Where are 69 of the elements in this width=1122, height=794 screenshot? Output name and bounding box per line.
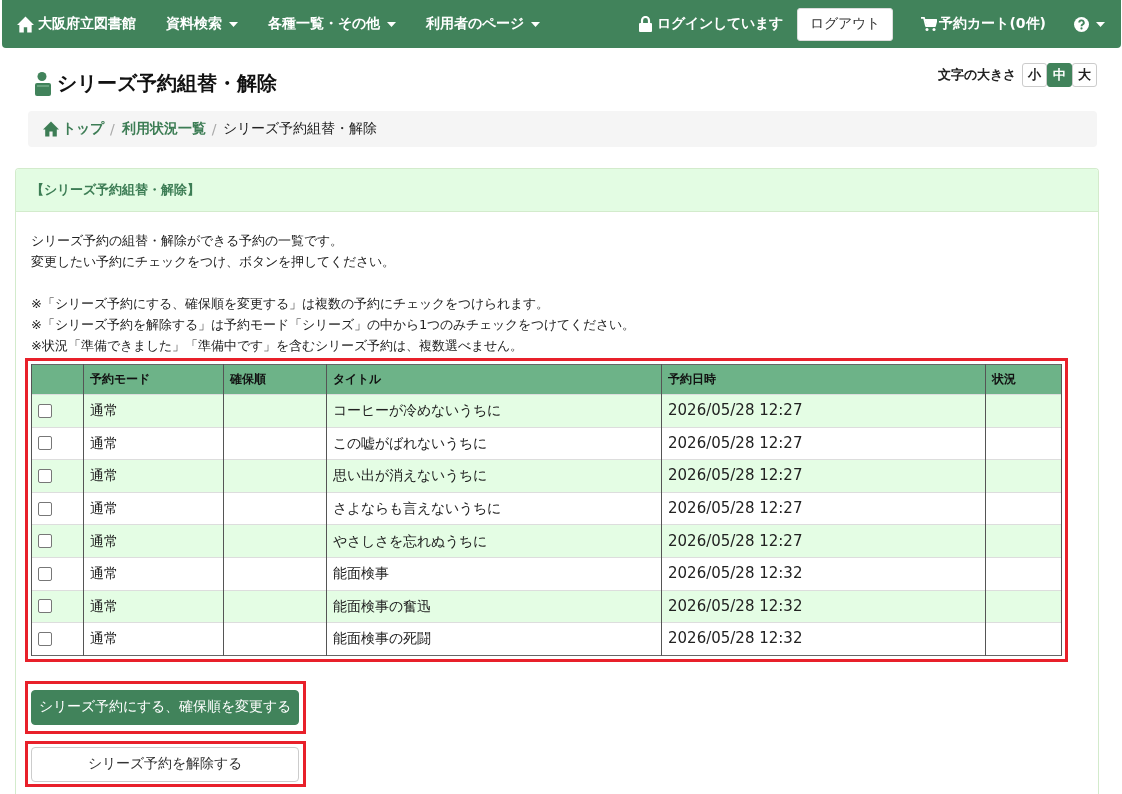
- table-cell: 能面検事の死闘: [326, 622, 662, 656]
- table-cell: さよならも言えないうちに: [326, 492, 662, 525]
- cart-icon: [921, 17, 938, 31]
- nav-menu[interactable]: 各種一覧・その他: [268, 15, 396, 33]
- table-cell: 思い出が消えないうちに: [326, 459, 662, 493]
- page-title: シリーズ予約組替・解除: [57, 70, 277, 97]
- column-header: 確保順: [223, 364, 327, 395]
- table-cell: 通常: [83, 492, 224, 525]
- table-cell: 通常: [83, 427, 224, 460]
- panel-heading: 【シリーズ予約組替・解除】: [16, 169, 1098, 212]
- table-cell: 2026/05/28 12:27: [661, 524, 986, 558]
- table-cell: コーヒーが冷めないうちに: [326, 394, 662, 428]
- column-header: タイトル: [326, 364, 662, 395]
- intro-text: 変更したい予約にチェックをつけ、ボタンを押してください。: [31, 253, 396, 271]
- table-cell: 通常: [83, 557, 224, 591]
- logout-button[interactable]: ログアウト: [797, 7, 894, 41]
- help-button[interactable]: [1074, 16, 1105, 32]
- table-cell: 通常: [83, 590, 224, 623]
- breadcrumb-current: シリーズ予約組替・解除: [223, 120, 378, 138]
- lock-icon: [639, 16, 653, 32]
- login-status: ログインしています: [657, 15, 784, 33]
- column-header: 状況: [985, 364, 1062, 395]
- table-cell: 2026/05/28 12:27: [661, 394, 986, 428]
- breadcrumb-separator: /: [109, 121, 116, 137]
- column-header: 予約日時: [661, 364, 986, 395]
- nav-menu[interactable]: 資料検索: [166, 15, 238, 33]
- font-size-option[interactable]: 小: [1022, 63, 1047, 87]
- row-checkbox[interactable]: [38, 436, 52, 451]
- breadcrumb-link[interactable]: トップ: [43, 120, 104, 138]
- table-cell: 2026/05/28 12:27: [661, 427, 986, 460]
- table-cell: 能面検事の奮迅: [326, 590, 662, 623]
- table-cell: 2026/05/28 12:32: [661, 622, 986, 656]
- row-checkbox[interactable]: [38, 403, 52, 418]
- cart-link[interactable]: 予約カート(0件): [921, 15, 1046, 33]
- action-button[interactable]: シリーズ予約を解除する: [31, 746, 299, 782]
- help-icon: [1074, 16, 1089, 32]
- row-checkbox[interactable]: [38, 534, 52, 549]
- note-text: ※状況「準備できました」「準備中です」を含むシリーズ予約は、複数選べません。: [31, 337, 524, 355]
- table-cell: 能面検事: [326, 557, 662, 591]
- action-button[interactable]: シリーズ予約にする、確保順を変更する: [31, 689, 299, 725]
- row-checkbox[interactable]: [38, 469, 52, 483]
- home-icon: [17, 15, 34, 33]
- font-size-option[interactable]: 中: [1047, 63, 1072, 87]
- row-checkbox[interactable]: [38, 631, 52, 646]
- table-cell: 通常: [83, 622, 224, 656]
- table-cell: 2026/05/28 12:27: [661, 492, 986, 525]
- table-cell: この嘘がばれないうちに: [326, 427, 662, 460]
- breadcrumb-link[interactable]: 利用状況一覧: [121, 120, 206, 138]
- user-icon: [35, 71, 51, 96]
- intro-text: シリーズ予約の組替・解除ができる予約の一覧です。: [31, 232, 344, 250]
- table-cell: 通常: [83, 459, 224, 493]
- nav-menu[interactable]: 利用者のページ: [426, 15, 540, 33]
- font-size-option[interactable]: 大: [1072, 63, 1097, 87]
- breadcrumb-separator: /: [210, 121, 218, 137]
- table-cell: 2026/05/28 12:32: [661, 557, 986, 591]
- row-checkbox[interactable]: [38, 566, 52, 581]
- home-icon: [43, 121, 59, 137]
- note-text: ※「シリーズ予約にする、確保順を変更する」は複数の予約にチェックをつけられます。: [31, 295, 550, 313]
- brand-link[interactable]: 大阪府立図書館: [17, 15, 136, 33]
- font-size-label: 文字の大きさ: [938, 66, 1016, 84]
- table-cell: やさしさを忘れぬうちに: [326, 524, 662, 558]
- table-cell: 2026/05/28 12:32: [661, 590, 986, 623]
- table-cell: 通常: [83, 524, 224, 558]
- table-cell: 2026/05/28 12:27: [661, 459, 986, 493]
- row-checkbox[interactable]: [38, 599, 52, 614]
- column-header: 予約モード: [83, 364, 224, 395]
- note-text: ※「シリーズ予約を解除する」は予約モード「シリーズ」の中から1つのみチェックをつけてください。: [31, 316, 637, 334]
- row-checkbox[interactable]: [38, 501, 52, 516]
- table-cell: 通常: [83, 394, 224, 428]
